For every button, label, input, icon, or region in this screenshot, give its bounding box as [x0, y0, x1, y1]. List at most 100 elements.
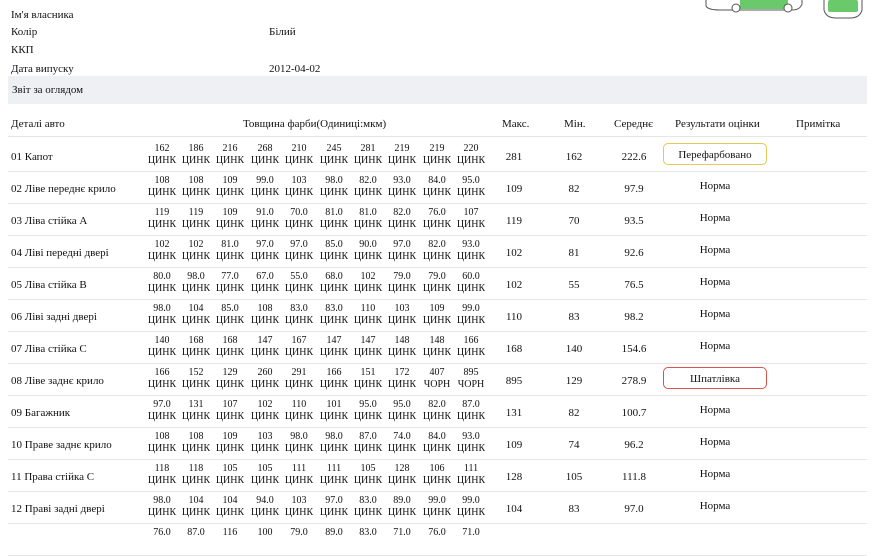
reading-material: ЦИНК	[319, 187, 349, 198]
table-row: 09 Багажник 97.0 ЦИНК 131 ЦИНК 107 ЦИНК 102 ЦИНК…	[8, 395, 867, 428]
reading-value: 97.0	[153, 399, 171, 410]
stat-min: 55	[568, 279, 580, 291]
reading-material: ЦИНК	[250, 155, 280, 166]
reading-material: ЦИНК	[284, 219, 314, 230]
reading-value: 245	[326, 143, 342, 154]
thickness-reading: 260 ЦИНК	[248, 367, 282, 391]
reading-material: ЦИНК	[147, 507, 177, 518]
thickness-reading: 168 ЦИНК	[179, 335, 213, 359]
reading-material: ЦИНК	[456, 187, 486, 198]
reading-material: ЦИНК	[215, 219, 245, 230]
reading-value: 140	[154, 335, 170, 346]
thickness-reading: 77.0 ЦИНК	[213, 271, 247, 295]
reading-value: 71.0	[393, 527, 411, 538]
car-green-panel	[740, 0, 788, 9]
thickness-reading: 83.0 ЦИНК	[351, 495, 385, 519]
reading-material: ЦИНК	[284, 187, 314, 198]
reading-value: 118	[154, 463, 170, 474]
thickness-reading: 97.0 ЦИНК	[317, 495, 351, 519]
reading-value: 55.0	[290, 271, 308, 282]
reading-value: 90.0	[359, 239, 377, 250]
reading-material: ЦИНК	[387, 443, 417, 454]
reading-value: 99.0	[428, 495, 446, 506]
thickness-reading: 147 ЦИНК	[248, 335, 282, 359]
reading-material: ЦИНК	[147, 347, 177, 358]
reading-value: 260	[257, 367, 273, 378]
reading-value: 76.0	[428, 527, 446, 538]
table-row: 10 Праве заднє крило 108 ЦИНК 108 ЦИНК 109 ЦИН…	[8, 427, 867, 460]
stat-min: 83	[568, 311, 580, 323]
reading-value: 101	[326, 399, 342, 410]
reading-material: ЦИНК	[284, 315, 314, 326]
reading-value: 67.0	[256, 271, 274, 282]
thickness-reading: 103 ЦИНК	[282, 495, 316, 519]
reading-material: ЦИНК	[284, 283, 314, 294]
car-wheel-rear	[783, 3, 793, 13]
thickness-reading: 210 ЦИНК	[282, 143, 316, 167]
reading-material: ЦИНК	[181, 219, 211, 230]
thickness-reading: 119 ЦИНК	[179, 207, 213, 231]
reading-material: ЦИНК	[215, 411, 245, 422]
thickness-reading: 103 ЦИНК	[385, 303, 419, 327]
stat-max: 104	[505, 503, 523, 515]
thickness-reading: 110 ЦИНК	[282, 399, 316, 423]
thickness-reading: 104 ЦИНК	[213, 495, 247, 519]
thickness-reading: 99.0 ЦИНК	[454, 303, 488, 327]
reading-material: ЦИНК	[147, 315, 177, 326]
thickness-reading: 99.0 ЦИНК	[420, 495, 454, 519]
reading-value: 85.0	[221, 303, 239, 314]
part-name: 08 Ліве заднє крило	[11, 375, 104, 387]
part-name: 07 Ліва стійка С	[11, 343, 87, 355]
thickness-reading: 131 ЦИНК	[179, 399, 213, 423]
reading-value: 119	[154, 207, 170, 218]
reading-value: 166	[326, 367, 342, 378]
thickness-reading: 89.0 ЦИНК	[385, 495, 419, 519]
reading-value: 76.0	[153, 527, 171, 538]
reading-value: 93.0	[462, 239, 480, 250]
reading-value: 85.0	[325, 239, 343, 250]
reading-material: ЦИНК	[319, 411, 349, 422]
reading-value: 79.0	[428, 271, 446, 282]
reading-value: 103	[257, 431, 273, 442]
reading-material: ЦИНК	[456, 475, 486, 486]
col-header-part: Деталі авто	[11, 118, 65, 130]
reading-value: 98.0	[325, 431, 343, 442]
thickness-reading: 102 ЦИНК	[179, 239, 213, 263]
thickness-reading: 76.0	[420, 527, 454, 539]
reading-value: 168	[188, 335, 204, 346]
stat-max: 119	[505, 215, 523, 227]
part-name: 02 Ліве переднє крило	[11, 183, 116, 195]
reading-value: 186	[188, 143, 204, 154]
thickness-reading: 895 ЧОРН	[454, 367, 488, 391]
reading-material: ЦИНК	[422, 251, 452, 262]
reading-value: 108	[154, 431, 170, 442]
reading-material: ЧОРН	[423, 379, 451, 390]
thickness-reading: 91.0 ЦИНК	[248, 207, 282, 231]
car-illustration	[705, 0, 863, 19]
thickness-reading: 98.0 ЦИНК	[317, 175, 351, 199]
color-value: Білий	[269, 26, 296, 38]
stat-avg: 76.5	[624, 279, 644, 291]
result-badge: Шпатлівка	[663, 367, 767, 389]
result-badge: Норма	[699, 276, 731, 288]
reading-material: ЦИНК	[215, 379, 245, 390]
reading-value: 98.0	[290, 431, 308, 442]
reading-value: 108	[257, 303, 273, 314]
thickness-reading: 79.0 ЦИНК	[385, 271, 419, 295]
reading-value: 102	[257, 399, 273, 410]
stat-max: 109	[505, 439, 523, 451]
table-row: 08 Ліве заднє крило 166 ЦИНК 152 ЦИНК 129 ЦИНК…	[8, 363, 867, 396]
reading-material: ЦИНК	[147, 379, 177, 390]
result-badge: Норма	[699, 436, 731, 448]
reading-value: 129	[222, 367, 238, 378]
reading-material: ЦИНК	[353, 219, 383, 230]
thickness-reading: 119 ЦИНК	[145, 207, 179, 231]
reading-value: 84.0	[428, 431, 446, 442]
reading-material: ЦИНК	[147, 283, 177, 294]
reading-value: 98.0	[153, 303, 171, 314]
thickness-reading: 104 ЦИНК	[179, 495, 213, 519]
reading-value: 131	[188, 399, 204, 410]
thickness-reading: 166 ЦИНК	[317, 367, 351, 391]
car-wheel-front	[731, 3, 741, 13]
reading-value: 103	[291, 175, 307, 186]
